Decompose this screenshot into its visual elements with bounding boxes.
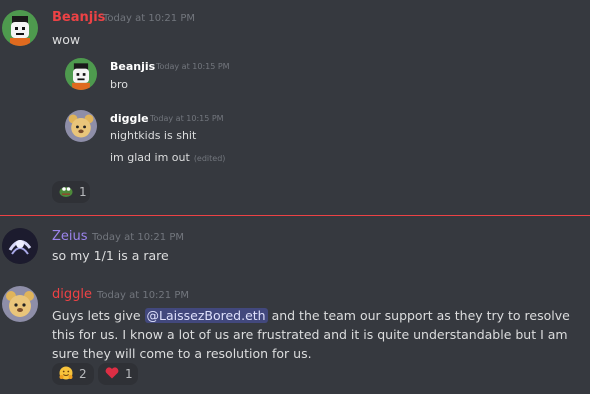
red-heart-icon <box>105 367 119 381</box>
quote-text: im glad im out (edited) <box>110 151 225 164</box>
quote-author: diggle <box>110 112 149 125</box>
author-name[interactable]: Zeius <box>52 229 88 244</box>
message-text: so my 1/1 is a rare <box>52 248 169 263</box>
avatar-beanjis-quote <box>65 58 97 90</box>
new-messages-divider <box>0 215 590 216</box>
quote-text-line: im glad im out <box>110 151 190 164</box>
avatar-diggle[interactable] <box>2 286 38 322</box>
quote-text: bro <box>110 78 128 91</box>
message-timestamp: Today at 10:21 PM <box>97 290 189 301</box>
author-name[interactable]: Beanjis <box>52 10 105 25</box>
reaction-red-heart[interactable]: 1 <box>98 363 138 385</box>
reaction-count: 2 <box>79 367 87 381</box>
reaction-pepe[interactable]: 1 <box>52 181 90 203</box>
hugging-face-emoji-icon <box>59 366 73 382</box>
reaction-count: 1 <box>79 185 87 199</box>
message-text-part: Guys lets give <box>52 308 145 323</box>
message-text: Guys lets give @LaissezBored.eth and the… <box>52 306 586 363</box>
message-text: wow <box>52 32 81 47</box>
message-timestamp: Today at 10:21 PM <box>92 232 184 243</box>
quote-text: nightkids is shit <box>110 129 197 142</box>
reaction-count: 1 <box>125 367 133 381</box>
edited-label: (edited) <box>193 154 226 163</box>
avatar-zeius[interactable] <box>2 228 38 264</box>
quote-timestamp: Today at 10:15 PM <box>156 62 230 71</box>
pepe-emoji-icon <box>59 185 73 199</box>
reaction-hugging-face[interactable]: 2 <box>52 363 94 385</box>
avatar-diggle-quote <box>65 110 97 142</box>
quote-author: Beanjis <box>110 60 156 73</box>
avatar-beanjis[interactable] <box>2 10 38 46</box>
quote-timestamp: Today at 10:15 PM <box>150 114 224 123</box>
author-name[interactable]: diggle <box>52 287 92 302</box>
user-mention[interactable]: @LaissezBored.eth <box>144 308 268 323</box>
message-timestamp: Today at 10:21 PM <box>103 13 195 24</box>
